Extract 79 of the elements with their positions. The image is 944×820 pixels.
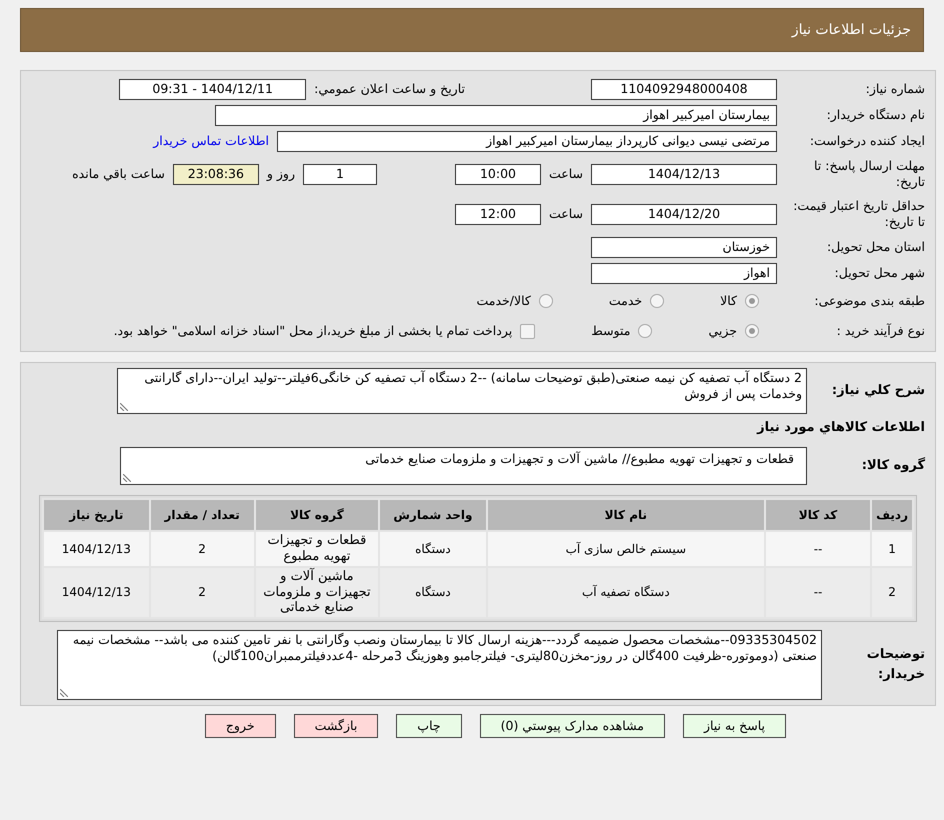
radio-button[interactable] [650, 294, 664, 308]
checkbox[interactable] [520, 324, 536, 338]
field-label: نوع فرآیند خرید : [836, 323, 925, 339]
province-field[interactable]: خوزستان [591, 236, 777, 258]
announce-datetime-field[interactable]: 1404/12/11 - 09:31 [119, 78, 306, 100]
table-cell: -- [764, 567, 872, 618]
column-header: واحد شمارش [379, 499, 487, 531]
radio-label: کالا/خدمت [476, 292, 531, 310]
validity-time-field[interactable]: 12:00 [454, 204, 541, 224]
resize-grip-icon[interactable] [123, 474, 131, 482]
field-label: شهر محل تحویل: [834, 265, 925, 281]
table-cell: دستگاه [379, 531, 487, 567]
field-label: ایجاد کننده درخواست: [808, 133, 925, 149]
radio-label: متوسط [591, 322, 630, 340]
field-label: شرح کلي نياز: [830, 382, 925, 400]
column-header: نام کالا [486, 499, 765, 531]
requester-field[interactable]: مرتضی نیسی دیوانی کارپرداز بیمارستان امیرکبیر اهواز [277, 130, 777, 152]
radio-label: کالا [720, 292, 737, 310]
deadline-time-field[interactable]: 10:00 [454, 164, 541, 184]
goods-group-field[interactable]: قطعات و تجهیزات تهویه مطبوع// ماشین آلات و تجهیزات و ملزومات صنایع خدماتی [120, 447, 807, 485]
radio-label: خدمت [608, 292, 642, 310]
resize-grip-icon[interactable] [120, 402, 128, 410]
table-cell: دستگاه [379, 567, 487, 618]
column-header: گروه کالا [254, 499, 380, 531]
radio-button[interactable] [538, 294, 553, 308]
table-cell: -- [764, 531, 872, 567]
action-button[interactable]: بازگشت [294, 714, 378, 738]
table-cell: قطعات و تجهیزات تهویه مطبوع [254, 531, 380, 567]
field-label: گروه کالا: [860, 456, 925, 476]
action-button[interactable]: پاسخ به نیاز [682, 714, 786, 738]
city-field[interactable]: اهواز [591, 262, 777, 284]
field-label: روز و [266, 164, 295, 183]
column-header: ردیف [871, 499, 913, 531]
column-header: تعداد / مقدار [150, 499, 255, 531]
field-label: استان محل تحویل: [826, 239, 925, 255]
radio-button[interactable] [638, 324, 652, 338]
field-label: مهلت ارسال پاسخ: تا تاریخ: [813, 158, 925, 190]
deadline-date-field[interactable]: 1404/12/13 [591, 164, 777, 184]
table-cell: دستگاه تصفیه آب [486, 567, 765, 618]
page-title-bar: جزئیات اطلاعات نیاز [20, 8, 924, 52]
field-label: تاريخ و ساعت اعلان عمومي: [314, 80, 465, 98]
section-title: اطلاعات کالاهاي مورد نياز [756, 418, 925, 436]
table-cell: ماشین آلات و تجهیزات و ملزومات صنایع خدماتی [254, 567, 380, 618]
action-button[interactable]: خروج [204, 714, 276, 738]
buyer-notes-text: 09335304502--مشخصات محصول ضمیمه گردد---هزینه ارسال کالا تا بیمارستان ونصب وگارانتی با نفر تامین کننده می باشد-- مشخصات نیمه صنعتی (دوموتوره-ظرفیت 400گالن در روز-مخزن80لیتری- فیلترجامبو وهوزینگ 3مرحله -4عددفیلترممبران100گالن) [72, 632, 817, 664]
field-label: حداقل تاریخ اعتبار قیمت: تا تاریخ: [792, 198, 925, 230]
checkbox-label: پرداخت تمام یا بخشی از مبلغ خرید،از محل "اسناد خزانه اسلامی" خواهد بود. [114, 322, 512, 340]
field-label: نام دستگاه خريدار: [826, 107, 925, 123]
table-cell: 1404/12/13 [43, 531, 150, 567]
table-cell: سیستم خالص سازی آب [486, 531, 765, 567]
table-cell: 1 [871, 531, 913, 567]
buyer-contact-link[interactable]: اطلاعات تماس خریدار [153, 132, 269, 150]
goods-group-text: قطعات و تجهیزات تهویه مطبوع// ماشین آلات و تجهیزات و ملزومات صنایع خدماتی [365, 451, 794, 466]
action-button[interactable]: مشاهده مدارک پیوستي (0) [480, 714, 665, 738]
description-text: 2 دستگاه آب تصفیه کن نیمه صنعتی(طبق توضیحات سامانه) --2 دستگاه آب تصفیه کن خانگی6فیلتر--تولید ایران--دارای گارانتی وخدمات پس از فروش [144, 370, 802, 402]
table-cell: 1404/12/13 [43, 567, 150, 618]
field-label: شماره نیاز: [864, 81, 925, 97]
radio-button[interactable] [745, 294, 759, 308]
field-label: ساعت [548, 164, 583, 183]
column-header: کد کالا [764, 499, 872, 531]
field-label: طبقه بندی موضوعی: [813, 293, 925, 309]
need-number-field[interactable]: 1104092948000408 [591, 78, 777, 100]
table-cell: 2 [150, 531, 255, 567]
table-cell: 2 [150, 567, 255, 618]
table-cell: 2 [871, 567, 913, 618]
remaining-days-field[interactable]: 1 [302, 164, 377, 184]
field-label: ساعت [548, 204, 583, 223]
column-header: تاریخ نیاز [43, 499, 150, 531]
validity-date-field[interactable]: 1404/12/20 [591, 204, 777, 224]
description-field[interactable]: 2 دستگاه آب تصفیه کن نیمه صنعتی(طبق توضیحات سامانه) --2 دستگاه آب تصفیه کن خانگی6فیلتر--تولید ایران--دارای گارانتی وخدمات پس از فروش [117, 368, 807, 414]
field-label: توضیحات خریدار: [866, 646, 925, 684]
radio-button[interactable] [745, 324, 759, 338]
resize-grip-icon[interactable] [60, 688, 68, 697]
field-label: ساعت باقي مانده [72, 164, 165, 183]
action-button[interactable]: چاپ [396, 714, 462, 738]
buyer-notes-field[interactable] [57, 630, 822, 700]
radio-label: جزيي [708, 322, 737, 340]
remaining-time-field[interactable]: 23:08:36 [172, 164, 259, 184]
buyer-org-field[interactable]: بیمارستان امیرکبیر اهواز [215, 104, 777, 126]
